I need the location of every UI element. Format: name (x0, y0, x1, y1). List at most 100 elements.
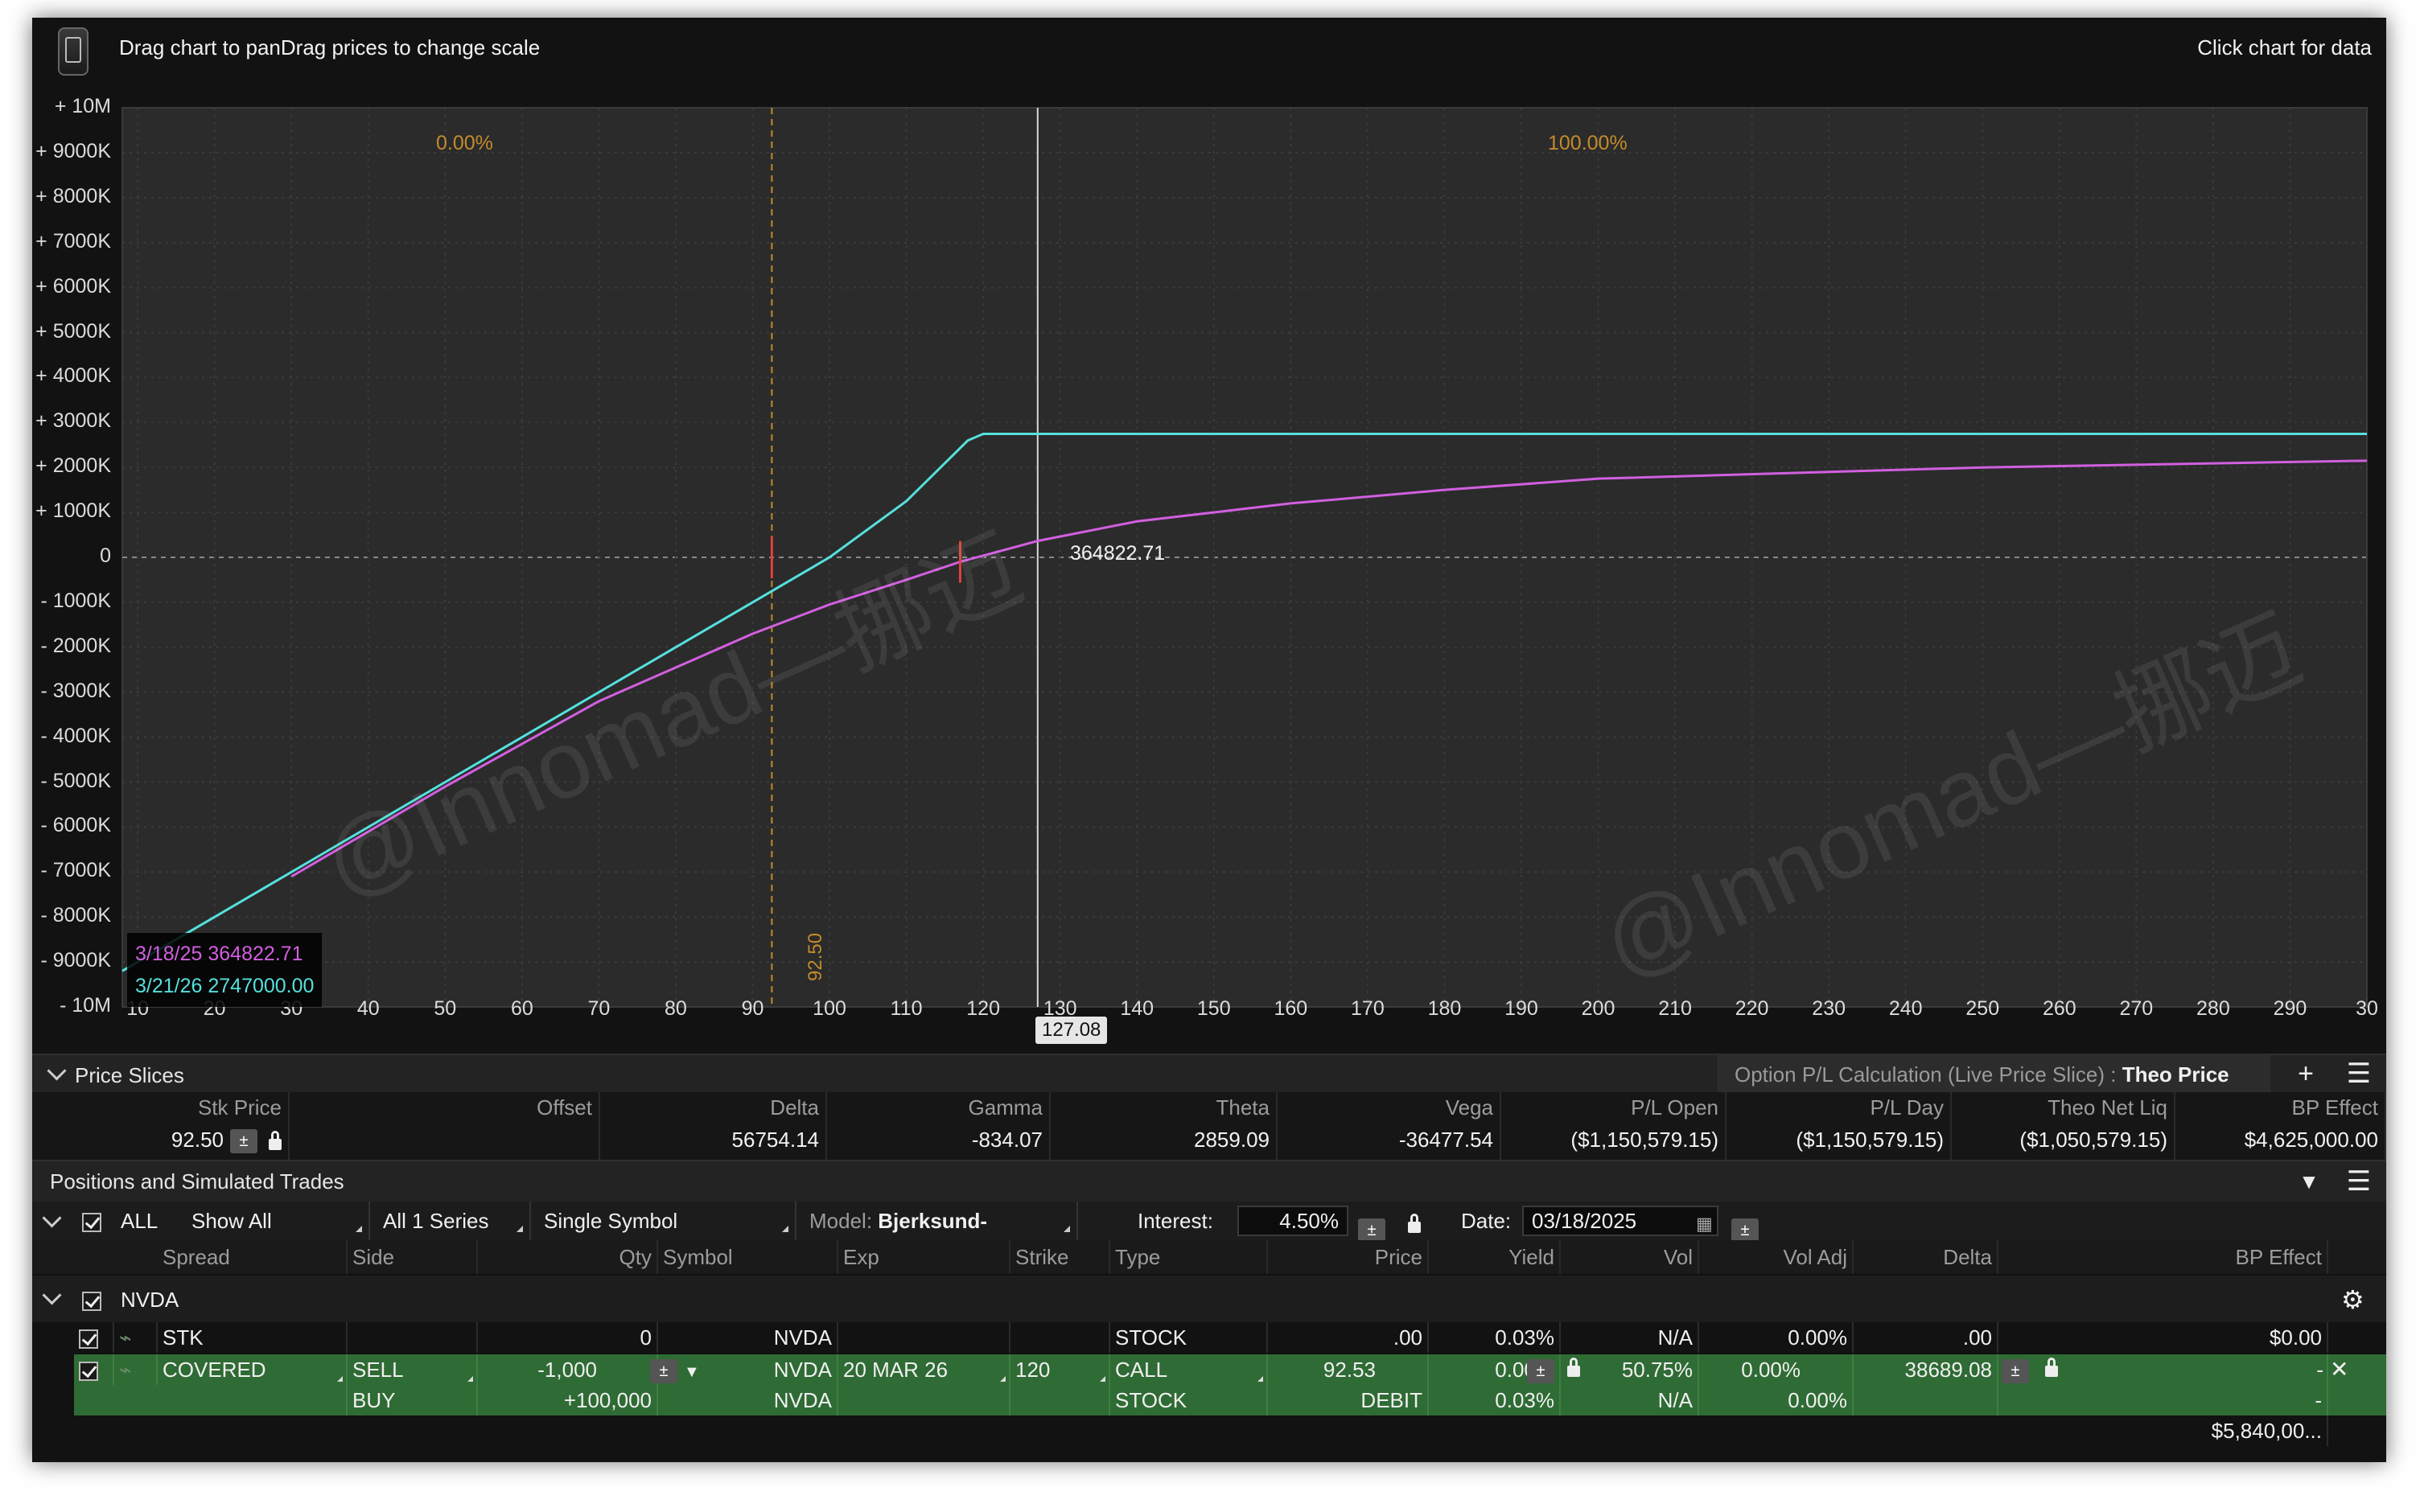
slice-col-bp-effect: BP Effect $4,625,000.00 (2175, 1092, 2386, 1160)
cell-exp[interactable]: 20 MAR 26 (838, 1354, 1010, 1385)
position-row[interactable]: BUY +100,000 NVDA STOCK DEBIT 0.03% N/A 0.00% - (74, 1385, 2386, 1415)
close-icon: ✕ (2330, 1357, 2349, 1382)
cell-voladj[interactable]: 0.00% (1699, 1354, 1854, 1385)
symbol-mode-select[interactable]: Single Symbol (531, 1202, 796, 1240)
x-tick-label: 240 (1888, 997, 1923, 1020)
checkbox-icon (82, 1292, 101, 1312)
qty-stepper[interactable]: ± (650, 1354, 677, 1385)
cell-type[interactable]: CALL (1110, 1354, 1268, 1385)
group-checkbox[interactable] (82, 1280, 101, 1319)
col-header-qty[interactable]: Qty (478, 1240, 658, 1274)
row-checkbox[interactable] (74, 1354, 114, 1385)
crosshair-value: 364822.71 (1070, 542, 1166, 565)
col-header-side[interactable]: Side (348, 1240, 478, 1274)
col-header-price[interactable]: Price (1268, 1240, 1429, 1274)
cell-qty[interactable]: -1,000 (478, 1354, 658, 1385)
x-tick-label: 70 (587, 997, 611, 1020)
slice-col-value: ($1,150,579.15) (1796, 1128, 1944, 1152)
collapse-button[interactable]: ▼ (2285, 1163, 2333, 1202)
slice-col-value[interactable]: 92.50 (171, 1128, 224, 1152)
date-stepper[interactable]: ± (1731, 1210, 1759, 1243)
lock-icon[interactable] (269, 1131, 282, 1150)
chart-canvas[interactable] (32, 90, 2386, 1071)
positions-menu-button[interactable]: ☰ (2335, 1163, 2383, 1202)
y-tick-label: + 10M (54, 95, 111, 117)
option-pl-calc-select[interactable]: Option P/L Calculation (Live Price Slice… (1717, 1055, 2270, 1094)
cell-strike[interactable]: 120 (1010, 1354, 1110, 1385)
col-header-vol[interactable]: Vol (1561, 1240, 1699, 1274)
slice-col-theo-net-liq: Theo Net Liq ($1,050,579.15) (1952, 1092, 2175, 1160)
positions-column-header: Spread Side Qty Symbol Exp Strike Type Price Yie… (32, 1240, 2386, 1274)
slice-col-offset: Offset (290, 1092, 600, 1160)
cell-type: STOCK (1110, 1322, 1268, 1353)
settings-button[interactable]: ⚙ (2341, 1280, 2364, 1319)
remove-position-button[interactable]: ✕ (2330, 1354, 2357, 1385)
qty-dropdown[interactable]: ▼ (684, 1354, 711, 1385)
cell-strike (1010, 1385, 1110, 1415)
col-header-vol-adj[interactable]: Vol Adj (1699, 1240, 1854, 1274)
show-filter-select[interactable]: Show All (179, 1202, 370, 1240)
y-tick-label: + 2000K (35, 454, 111, 478)
vol-adj-lock[interactable] (2037, 1354, 2064, 1385)
col-header-strike[interactable]: Strike (1010, 1240, 1110, 1274)
stk-price-stepper[interactable]: ± (230, 1129, 257, 1153)
col-header-type[interactable]: Type (1110, 1240, 1268, 1274)
position-row[interactable]: ⌁ STK 0 NVDA STOCK .00 0.03% N/A 0.00% .00 $0.00 (74, 1322, 2386, 1353)
price-slices-toggle[interactable]: Price Slices (47, 1061, 184, 1088)
x-tick-label: 270 (2119, 997, 2154, 1020)
interest-stepper[interactable]: ± (1358, 1210, 1385, 1243)
price-lock[interactable] (1559, 1354, 1587, 1385)
series-select[interactable]: All 1 Series (370, 1202, 531, 1240)
cell-price[interactable]: 92.53 (1268, 1354, 1429, 1385)
date-input[interactable]: 03/18/2025 (1522, 1206, 1718, 1236)
x-tick-label: 220 (1735, 997, 1769, 1020)
slices-menu-button[interactable]: ☰ (2335, 1055, 2383, 1094)
col-header-bp-effect[interactable]: BP Effect (1998, 1240, 2328, 1274)
add-slice-button[interactable]: + (2282, 1055, 2330, 1094)
chevron-down-icon (42, 1208, 62, 1228)
total-bp-effect: $5,840,00... (1998, 1415, 2328, 1446)
x-tick-label: 190 (1504, 997, 1538, 1020)
symbol-group-nvda[interactable]: NVDA ⚙ (32, 1276, 2386, 1322)
risk-profile-chart[interactable]: + 10M + 9000K + 8000K + 7000K + 6000K + 5000K… (32, 90, 2386, 1071)
cell-yield: 0.03% (1429, 1322, 1561, 1353)
list-menu-icon: ☰ (2346, 1058, 2372, 1089)
positions-header: Positions and Simulated Trades ▼ ☰ (32, 1160, 2386, 1202)
slice-col-header: Offset (537, 1095, 592, 1120)
toolbar-collapse[interactable] (42, 1202, 70, 1240)
col-header-yield[interactable]: Yield (1429, 1240, 1561, 1274)
y-tick-label: + 8000K (35, 184, 111, 207)
slice-col-value: -834.07 (971, 1128, 1043, 1152)
calc-label: Option P/L Calculation (Live Price Slice… (1735, 1062, 2117, 1087)
crosshair-x-readout: 127.08 (1035, 1017, 1108, 1044)
group-collapse[interactable] (42, 1280, 70, 1319)
col-header-spread[interactable]: Spread (158, 1240, 348, 1274)
interest-lock-button[interactable] (1400, 1206, 1421, 1245)
col-header-delta[interactable]: Delta (1854, 1240, 1998, 1274)
cell-spread[interactable]: COVERED (158, 1354, 348, 1385)
position-row[interactable]: ⌁ COVERED SELL -1,000 NVDA 20 MAR 26 120 CALL 92… (74, 1354, 2386, 1385)
row-checkbox[interactable] (74, 1322, 114, 1353)
slice-col-p-l-open: P/L Open ($1,150,579.15) (1501, 1092, 1727, 1160)
x-tick-label: 40 (356, 997, 380, 1020)
gear-icon: ⚙ (2341, 1285, 2364, 1314)
interest-input[interactable]: 4.50% (1237, 1206, 1348, 1236)
slice-col-header: Gamma (968, 1095, 1043, 1120)
calendar-icon[interactable]: ▦ (1696, 1205, 1713, 1243)
price-slices-table: Stk Price 92.50 ± Offset Delta 56754.14 Gamma -… (32, 1092, 2386, 1160)
cell-side[interactable]: SELL (348, 1354, 478, 1385)
col-header-symbol[interactable]: Symbol (658, 1240, 838, 1274)
model-select[interactable]: Model: Bjerksund-Stensland (796, 1202, 1078, 1272)
y-tick-label: + 1000K (35, 499, 111, 523)
vol-adj-stepper[interactable]: ± (2002, 1354, 2029, 1385)
x-tick-label: 50 (434, 997, 457, 1020)
legend-series-2: 3/21/26 2747000.00 (135, 975, 315, 997)
y-tick-label: - 7000K (40, 859, 111, 882)
select-all-checkbox[interactable] (82, 1202, 101, 1240)
chart-icon[interactable] (58, 27, 88, 76)
x-tick-label: 80 (665, 997, 687, 1020)
col-header-exp[interactable]: Exp (838, 1240, 1010, 1274)
cell-voladj: 0.00% (1699, 1385, 1854, 1415)
slice-col-header: P/L Day (1870, 1095, 1944, 1120)
price-stepper[interactable]: ± (1527, 1354, 1554, 1385)
